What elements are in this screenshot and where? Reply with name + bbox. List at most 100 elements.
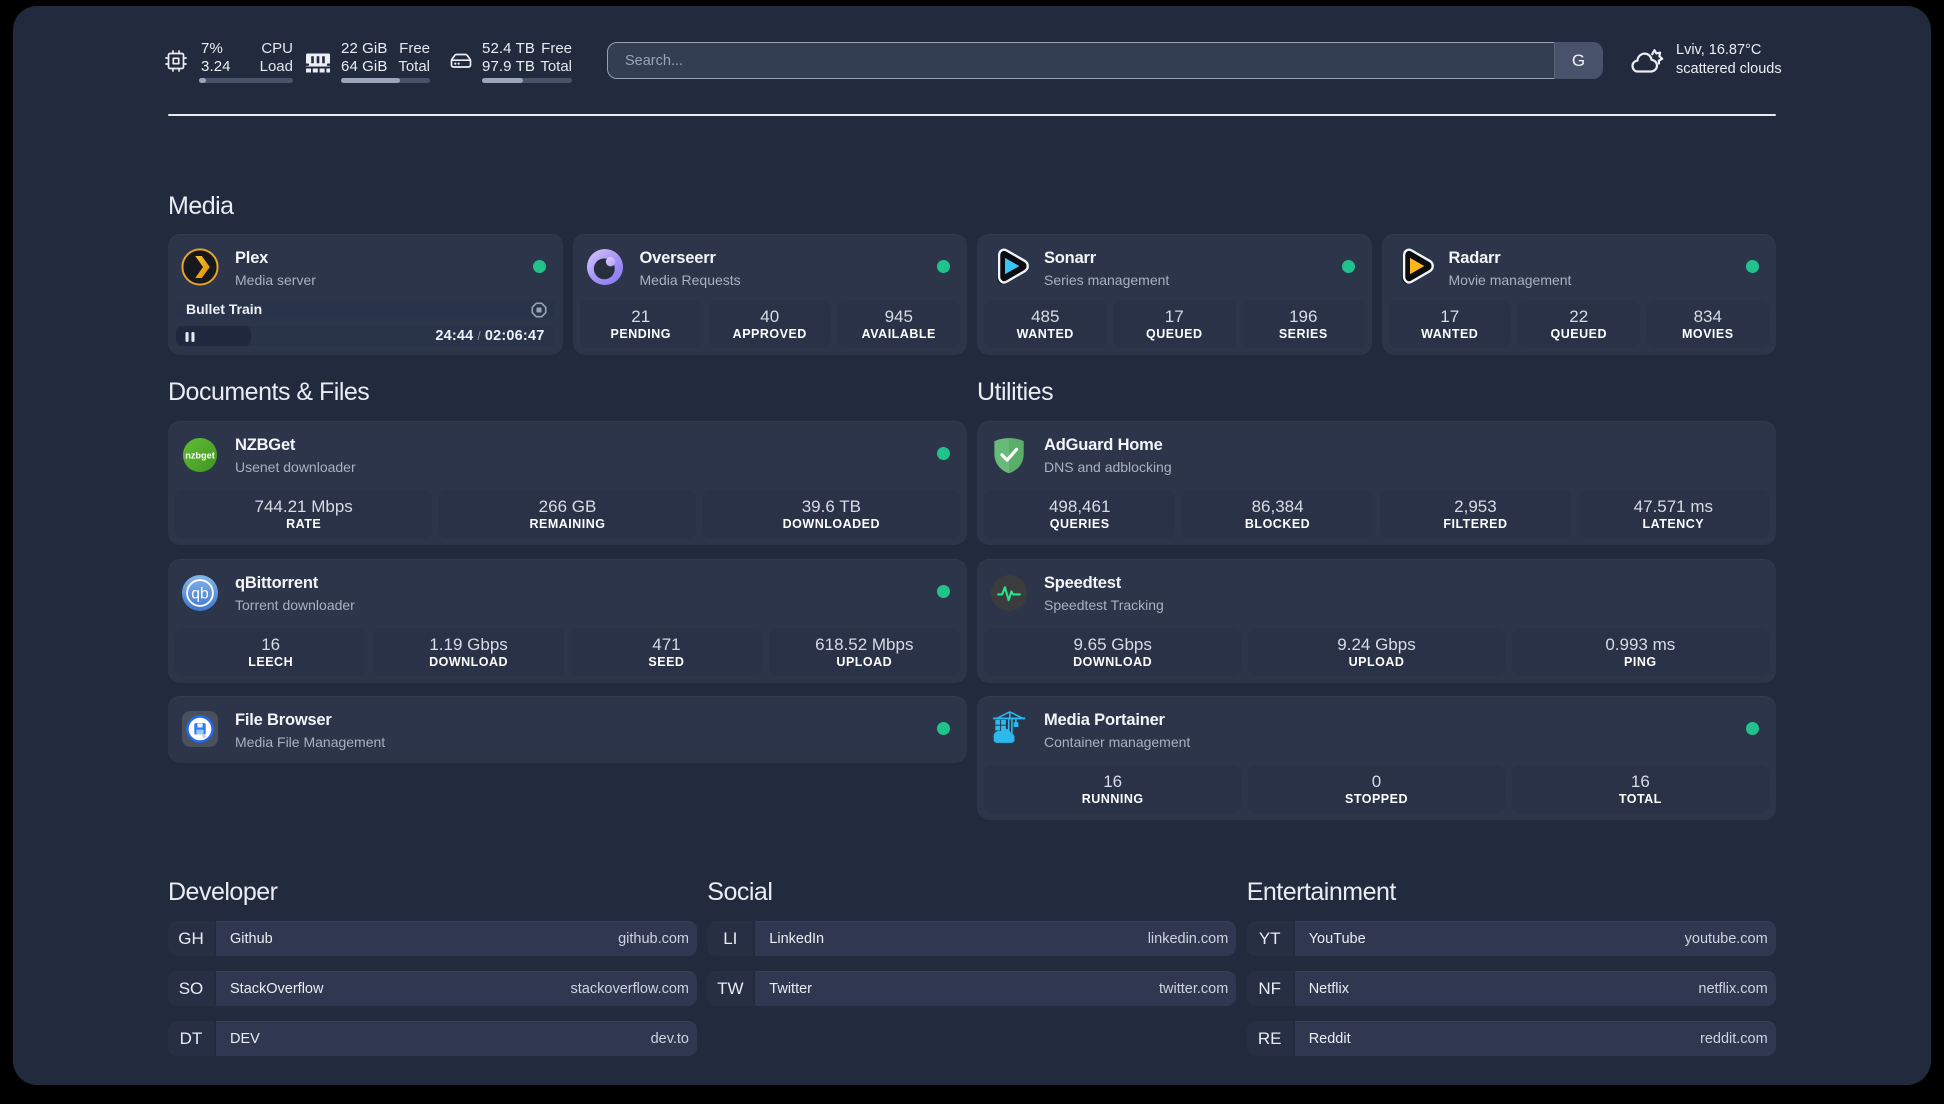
bookmark-dev[interactable]: DT DEV dev.to bbox=[168, 1021, 697, 1056]
search-input[interactable] bbox=[608, 43, 1555, 78]
app-card-qbittorrent[interactable]: qb qBittorrent Torrent downloader 16 LEEC… bbox=[168, 559, 967, 683]
playback-time: 24:44/02:06:47 bbox=[435, 328, 545, 344]
memory-free-value: 22 GiB bbox=[341, 40, 388, 57]
bookmark-group-developer: Developer GH Github github.com SO StackOv… bbox=[168, 877, 697, 1056]
app-card-radarr[interactable]: Radarr Movie management 17 WANTED 22 QUEUE… bbox=[1381, 234, 1776, 355]
cpu-load-label: Load bbox=[259, 58, 293, 75]
stat-blocked: 86,384 BLOCKED bbox=[1181, 489, 1374, 538]
app-title: Overseerr bbox=[639, 249, 716, 267]
app-title: Sonarr bbox=[1044, 249, 1096, 267]
stat-download: 9.65 Gbps DOWNLOAD bbox=[984, 627, 1242, 676]
bookmark-github[interactable]: GH Github github.com bbox=[168, 921, 697, 956]
disk-free-label: Free bbox=[541, 40, 572, 57]
search-engine-button[interactable]: G bbox=[1553, 42, 1603, 79]
bookmark-domain: reddit.com bbox=[1699, 1030, 1768, 1047]
status-dot bbox=[937, 722, 950, 735]
app-card-nzbget[interactable]: nzbget NZBGet Usenet downloader 744.21 M… bbox=[168, 421, 967, 545]
app-card-speedtest[interactable]: Speedtest Speedtest Tracking 9.65 Gbps DO… bbox=[977, 559, 1776, 683]
disk-free-value: 52.4 TB bbox=[482, 40, 535, 57]
header-separator bbox=[168, 114, 1776, 116]
bookmark-youtube[interactable]: YT YouTube youtube.com bbox=[1246, 921, 1776, 956]
bookmark-group-social: Social LI LinkedIn linkedin.com TW Twitte… bbox=[707, 877, 1237, 1006]
memory-progressbar bbox=[341, 77, 430, 83]
status-dot bbox=[937, 447, 950, 460]
stat-queued: 22 QUEUED bbox=[1517, 299, 1640, 348]
app-title: Media Portainer bbox=[1044, 711, 1165, 729]
app-title: Speedtest bbox=[1044, 574, 1122, 592]
plex-logo-icon bbox=[181, 248, 219, 286]
section-title-developer: Developer bbox=[168, 878, 278, 906]
stat-approved: 40 APPROVED bbox=[708, 299, 831, 348]
cpu-progressbar bbox=[199, 77, 293, 83]
status-dot bbox=[1746, 260, 1759, 273]
bookmark-abbr: TW bbox=[707, 971, 754, 1006]
app-description: Media server bbox=[235, 271, 316, 288]
app-card-adguard[interactable]: AdGuard Home DNS and adblocking 498,461 Q… bbox=[977, 421, 1776, 545]
pause-button[interactable] bbox=[176, 326, 251, 346]
bookmark-domain: linkedin.com bbox=[1147, 930, 1229, 947]
bookmark-reddit[interactable]: RE Reddit reddit.com bbox=[1246, 1021, 1776, 1056]
weather-widget: Lviv, 16.87°C scattered clouds bbox=[1676, 41, 1782, 79]
nzbget-logo-icon: nzbget bbox=[182, 437, 218, 473]
bookmark-linkedin[interactable]: LI LinkedIn linkedin.com bbox=[707, 921, 1237, 956]
ram-icon bbox=[306, 53, 330, 73]
sonarr-logo-icon bbox=[997, 248, 1029, 284]
bookmark-abbr: SO bbox=[168, 971, 214, 1006]
cpu-icon bbox=[165, 50, 187, 72]
stat-pending: 21 PENDING bbox=[579, 299, 702, 348]
memory-total-label: Total bbox=[398, 58, 430, 75]
disk-icon bbox=[450, 53, 472, 68]
stat-queries: 498,461 QUERIES bbox=[984, 489, 1176, 538]
stat-wanted: 17 WANTED bbox=[1388, 299, 1511, 348]
svg-text:qb: qb bbox=[191, 585, 209, 602]
stat-filtered: 2,953 FILTERED bbox=[1379, 489, 1572, 538]
stat-available: 945 AVAILABLE bbox=[837, 299, 960, 348]
stat-running: 16 RUNNING bbox=[984, 764, 1242, 813]
app-card-plex[interactable]: Plex Media server Bullet Train 24:44/02:… bbox=[168, 234, 563, 355]
app-description: Usenet downloader bbox=[235, 458, 356, 475]
stat-rate: 744.21 Mbps RATE bbox=[175, 489, 433, 538]
stat-remaining: 266 GB REMAINING bbox=[438, 489, 697, 538]
stat-leech: 16 LEECH bbox=[175, 627, 367, 676]
bookmark-twitter[interactable]: TW Twitter twitter.com bbox=[707, 971, 1237, 1006]
bookmark-domain: youtube.com bbox=[1684, 930, 1768, 947]
app-description: Series management bbox=[1044, 271, 1170, 288]
bookmark-stackoverflow[interactable]: SO StackOverflow stackoverflow.com bbox=[168, 971, 697, 1006]
app-card-sonarr[interactable]: Sonarr Series management 485 WANTED 17 QUE… bbox=[977, 234, 1372, 355]
app-title: AdGuard Home bbox=[1044, 436, 1163, 454]
now-playing-panel: Bullet Train bbox=[176, 299, 555, 319]
bookmark-abbr: YT bbox=[1246, 921, 1293, 956]
bookmark-abbr: LI bbox=[707, 921, 754, 956]
bookmark-name: Github bbox=[230, 930, 273, 947]
stat-wanted: 485 WANTED bbox=[984, 299, 1107, 348]
bookmark-domain: twitter.com bbox=[1159, 980, 1229, 997]
bookmark-name: Reddit bbox=[1308, 1030, 1351, 1047]
overseerr-logo-icon bbox=[586, 248, 623, 286]
stat-upload: 618.52 Mbps UPLOAD bbox=[768, 627, 960, 676]
bookmark-domain: github.com bbox=[618, 930, 689, 947]
memory-free-label: Free bbox=[399, 40, 430, 57]
bookmark-abbr: NF bbox=[1246, 971, 1293, 1006]
bookmark-netflix[interactable]: NF Netflix netflix.com bbox=[1246, 971, 1776, 1006]
app-card-portainer[interactable]: Media Portainer Container management 16 R… bbox=[977, 696, 1776, 820]
status-dot bbox=[937, 585, 950, 598]
weather-location-temp: Lviv, 16.87°C bbox=[1676, 41, 1762, 58]
bookmark-name: YouTube bbox=[1308, 930, 1366, 947]
section-title-documents: Documents & Files bbox=[168, 378, 370, 406]
app-card-overseerr[interactable]: Overseerr Media Requests 21 PENDING 40 APP… bbox=[572, 234, 967, 355]
bookmark-domain: dev.to bbox=[650, 1030, 689, 1047]
disk-total-value: 97.9 TB bbox=[482, 58, 535, 75]
app-description: Speedtest Tracking bbox=[1044, 596, 1164, 613]
app-title: Radarr bbox=[1448, 249, 1501, 267]
status-dot bbox=[937, 260, 950, 273]
cpu-label: CPU bbox=[261, 40, 293, 57]
section-title-social: Social bbox=[707, 878, 773, 906]
speedtest-logo-icon bbox=[990, 574, 1028, 612]
app-title: qBittorrent bbox=[235, 574, 319, 592]
stat-queued: 17 QUEUED bbox=[1113, 299, 1236, 348]
disk-progressbar bbox=[482, 77, 572, 83]
app-title: Plex bbox=[235, 249, 269, 267]
search-bar[interactable]: G bbox=[607, 42, 1603, 79]
cpu-usage: 7% bbox=[201, 40, 223, 57]
app-card-filebrowser[interactable]: File Browser Media File Management bbox=[168, 696, 967, 763]
